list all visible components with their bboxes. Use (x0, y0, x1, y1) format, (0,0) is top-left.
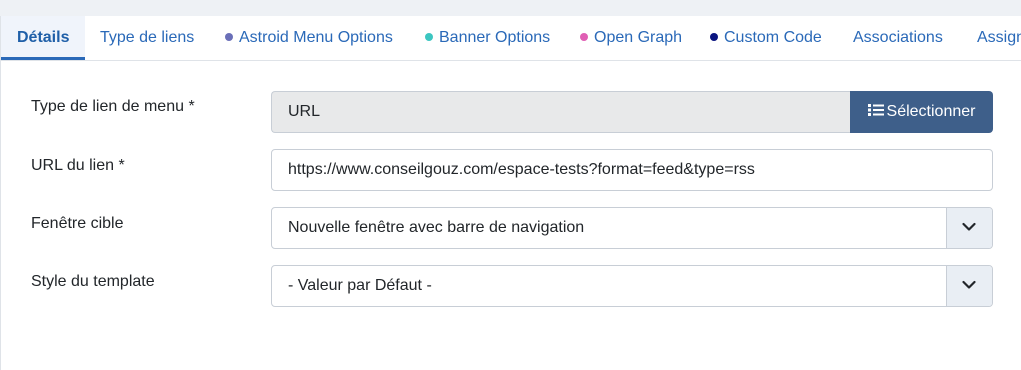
tab-link-type[interactable]: Type de liens (100, 16, 194, 60)
tab-open-graph-label: Open Graph (594, 29, 683, 46)
tab-associations[interactable]: Associations (853, 16, 943, 60)
edit-panel: Détails Type de liens Astroid Menu Optio… (0, 16, 1021, 370)
tab-link-type-label: Type de liens (100, 29, 195, 46)
dot-icon (580, 33, 588, 41)
menu-link-type-value: URL (288, 103, 321, 120)
tab-bar: Détails Type de liens Astroid Menu Optio… (1, 16, 1021, 61)
menu-link-type-label: Type de lien de menu * (31, 98, 195, 115)
dot-icon (425, 33, 433, 41)
tab-details-label: Détails (17, 29, 70, 46)
select-button-label: Sélectionner (886, 103, 976, 120)
link-url-input[interactable]: https://www.conseilgouz.com/espace-tests… (271, 149, 993, 191)
chevron-down-icon (962, 222, 976, 231)
target-window-label: Fenêtre cible (31, 215, 124, 232)
template-style-dropdown-toggle[interactable] (946, 266, 992, 306)
link-url-label: URL du lien * (31, 157, 125, 174)
dot-icon (225, 33, 233, 41)
dot-icon (710, 33, 718, 41)
menu-link-type-field: URL (271, 91, 851, 133)
tab-banner-label: Banner Options (439, 29, 551, 46)
template-style-label: Style du template (31, 273, 155, 290)
tab-details[interactable]: Détails (1, 16, 86, 60)
target-window-value: Nouvelle fenêtre avec barre de navigatio… (288, 219, 585, 236)
tab-astroid-menu-options[interactable]: Astroid Menu Options (225, 16, 393, 60)
template-style-value: - Valeur par Défaut - (288, 277, 432, 294)
tab-astroid-label: Astroid Menu Options (239, 29, 393, 46)
tab-banner-options[interactable]: Banner Options (425, 16, 550, 60)
link-url-value: https://www.conseilgouz.com/espace-tests… (288, 161, 755, 178)
template-style-select[interactable]: - Valeur par Défaut - (271, 265, 993, 307)
tab-assign[interactable]: Assign (977, 16, 1021, 60)
target-window-select[interactable]: Nouvelle fenêtre avec barre de navigatio… (271, 207, 993, 249)
tab-open-graph[interactable]: Open Graph (580, 16, 682, 60)
chevron-down-icon (962, 280, 976, 289)
select-button[interactable]: Sélectionner (850, 91, 993, 133)
tab-assign-label: Assign (977, 29, 1021, 46)
tab-custom-code[interactable]: Custom Code (710, 16, 822, 60)
tab-associations-label: Associations (853, 29, 943, 46)
list-icon (867, 104, 884, 116)
target-window-dropdown-toggle[interactable] (946, 208, 992, 248)
tab-custom-code-label: Custom Code (724, 29, 822, 46)
